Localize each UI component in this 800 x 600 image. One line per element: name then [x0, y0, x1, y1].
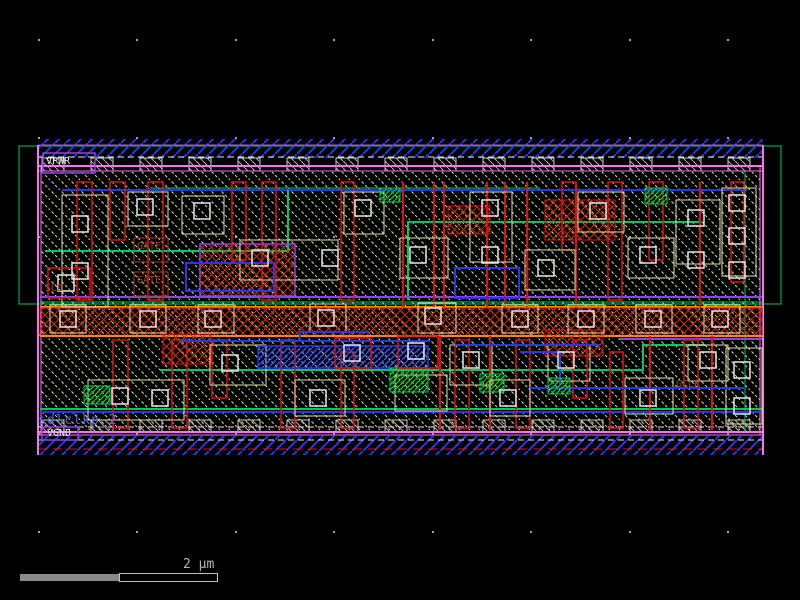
li-shape: [548, 378, 570, 394]
vgnd-via-row: [630, 420, 652, 432]
grid-dot: [235, 39, 237, 41]
scalebar-filled-segment: [20, 574, 119, 581]
grid-dot: [136, 137, 138, 139]
grid-dot: [235, 531, 237, 533]
grid-dot: [629, 531, 631, 533]
gate-pin-label: GATE: [137, 242, 161, 252]
grid-dot: [629, 137, 631, 139]
vgnd-metal-band: [38, 436, 763, 455]
vpwr-via-row: [385, 158, 407, 171]
li-shape: [645, 188, 667, 204]
vgnd-via-row: [238, 420, 260, 432]
vpwr-via-row: [140, 158, 162, 171]
scalebar-text: 2 µm: [183, 558, 214, 571]
grid-dot: [530, 137, 532, 139]
scalebar-outline-segment: [119, 573, 218, 582]
grid-dot: [530, 39, 532, 41]
grid-dot: [38, 137, 40, 139]
grid-dot: [629, 39, 631, 41]
poly-patch: [448, 206, 490, 234]
vpwr-via-row: [483, 158, 505, 171]
layout-viewer-window: VPWR VGND sdlclkp_2 GATE GATE GCLK SCE 2…: [0, 0, 800, 600]
vpwr-via-row: [679, 158, 701, 171]
grid-dot: [432, 137, 434, 139]
vgnd-via-row: [287, 420, 309, 432]
gclk-pin-label: GCLK: [676, 380, 700, 390]
vgnd-via-row: [532, 420, 554, 432]
li-shape: [390, 368, 428, 392]
grid-dot: [727, 39, 729, 41]
vpwr-via-row: [238, 158, 260, 171]
grid-dot: [136, 531, 138, 533]
poly-patch: [200, 244, 295, 296]
vgnd-via-row: [189, 420, 211, 432]
vpwr-via-row: [630, 158, 652, 171]
vgnd-via-row: [483, 420, 505, 432]
cell-name-label: sdlclkp_2: [38, 414, 117, 427]
grid-dot: [727, 137, 729, 139]
vgnd-via-row: [434, 420, 456, 432]
grid-dot: [38, 39, 40, 41]
li-shape: [84, 386, 110, 404]
grid-dot: [530, 531, 532, 533]
sce-pin-label: SCE: [45, 284, 63, 294]
grid-dot: [432, 39, 434, 41]
grid-dot: [333, 531, 335, 533]
vpwr-via-row: [728, 158, 750, 171]
li-shape: [380, 188, 400, 202]
vpwr-via-row: [581, 158, 603, 171]
grid-dot: [136, 39, 138, 41]
vpwr-port-label: VPWR: [46, 157, 70, 167]
grid-dot: [432, 531, 434, 533]
metal-shape: [258, 346, 428, 368]
vpwr-via-row: [189, 158, 211, 171]
vgnd-via-row: [581, 420, 603, 432]
vgnd-via-row: [385, 420, 407, 432]
grid-dot: [727, 531, 729, 533]
vpwr-via-row: [434, 158, 456, 171]
vpwr-metal-band: [38, 139, 763, 158]
grid-dot: [333, 39, 335, 41]
grid-dot: [333, 137, 335, 139]
vgnd-via-row: [728, 420, 750, 432]
grid-dot: [235, 137, 237, 139]
vgnd-port-label: VGND: [47, 429, 71, 439]
poly-patch: [545, 200, 615, 240]
vpwr-via-row: [336, 158, 358, 171]
vpwr-via-row: [287, 158, 309, 171]
vgnd-via-row: [140, 420, 162, 432]
grid-dot: [38, 531, 40, 533]
poly-routing-band: [40, 308, 762, 336]
layout-canvas[interactable]: [0, 0, 800, 600]
vpwr-via-row: [532, 158, 554, 171]
gate-pin-label: GATE: [137, 276, 161, 286]
